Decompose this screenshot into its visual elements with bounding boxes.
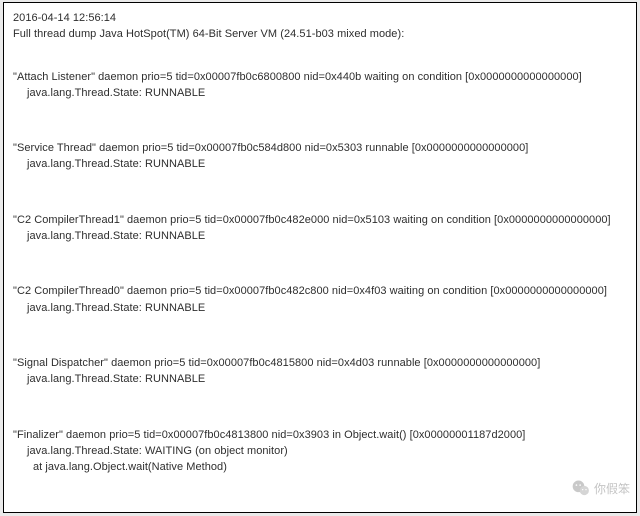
thread-state: java.lang.Thread.State: RUNNABLE	[13, 157, 636, 171]
thread-state: java.lang.Thread.State: RUNNABLE	[13, 301, 636, 315]
thread-state: java.lang.Thread.State: RUNNABLE	[13, 372, 636, 386]
blank	[13, 271, 636, 284]
thread-header: "Signal Dispatcher" daemon prio=5 tid=0x…	[13, 356, 636, 370]
thread-dump-sheet: 2016-04-14 12:56:14 Full thread dump Jav…	[3, 2, 637, 513]
blank	[13, 415, 636, 428]
wechat-icon	[571, 478, 591, 498]
blank	[13, 102, 636, 115]
watermark: 你假笨	[571, 478, 630, 498]
blank	[13, 57, 636, 70]
blank	[13, 174, 636, 187]
blank	[13, 115, 636, 128]
timestamp: 2016-04-14 12:56:14	[13, 11, 636, 25]
dump-title: Full thread dump Java HotSpot(TM) 64-Bit…	[13, 27, 636, 41]
blank	[13, 44, 636, 57]
stack-trace-line: at java.lang.Object.wait(Native Method)	[13, 460, 636, 474]
blank	[13, 330, 636, 343]
thread-state: java.lang.Thread.State: RUNNABLE	[13, 86, 636, 100]
blank	[13, 402, 636, 415]
blank	[13, 245, 636, 258]
blank	[13, 187, 636, 200]
thread-header: "C2 CompilerThread1" daemon prio=5 tid=0…	[13, 213, 636, 227]
canvas: 2016-04-14 12:56:14 Full thread dump Jav…	[0, 0, 640, 516]
blank	[13, 343, 636, 356]
blank	[13, 389, 636, 402]
blank	[13, 200, 636, 213]
watermark-text: 你假笨	[594, 480, 630, 497]
thread-header: "Service Thread" daemon prio=5 tid=0x000…	[13, 141, 636, 155]
blank	[13, 128, 636, 141]
thread-header: "Attach Listener" daemon prio=5 tid=0x00…	[13, 70, 636, 84]
blank	[13, 317, 636, 330]
thread-state: java.lang.Thread.State: WAITING (on obje…	[13, 444, 636, 458]
blank	[13, 258, 636, 271]
thread-header: "Finalizer" daemon prio=5 tid=0x00007fb0…	[13, 428, 636, 442]
thread-state: java.lang.Thread.State: RUNNABLE	[13, 229, 636, 243]
thread-header: "C2 CompilerThread0" daemon prio=5 tid=0…	[13, 284, 636, 298]
